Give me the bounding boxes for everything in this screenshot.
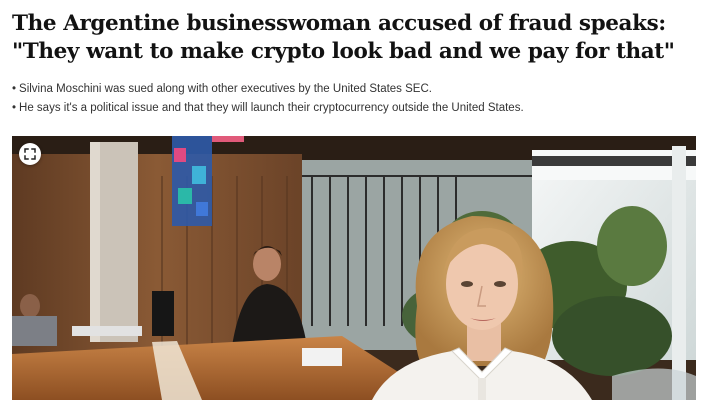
summary-bullet: Silvina Moschini was sued along with oth…	[12, 80, 702, 99]
article-summary-bullets: Silvina Moschini was sued along with oth…	[12, 80, 702, 118]
expand-photo-button[interactable]	[19, 143, 41, 165]
article-headline: The Argentine businesswoman accused of f…	[12, 11, 675, 64]
expand-icon	[24, 148, 36, 160]
photo-illustration	[12, 136, 696, 400]
summary-bullet: He says it's a political issue and that …	[12, 99, 702, 118]
article-photo	[12, 136, 696, 400]
